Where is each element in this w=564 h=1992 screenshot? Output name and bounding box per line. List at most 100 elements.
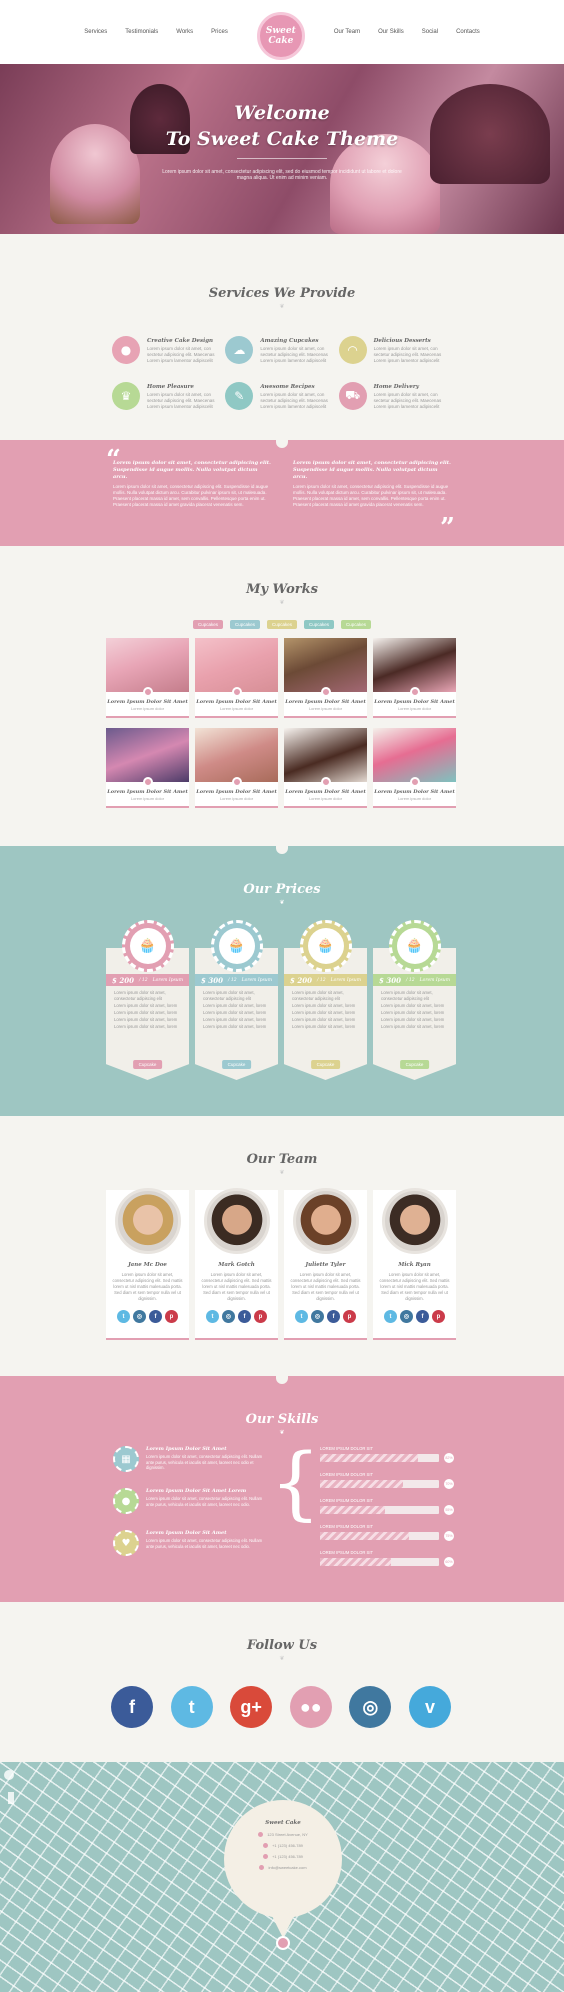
twitter-icon[interactable]: t <box>295 1310 308 1323</box>
filter-button[interactable]: Cupcakes <box>304 620 335 629</box>
zoom-dot-icon[interactable] <box>320 687 331 697</box>
skill-bar-track-row: 60% <box>320 1557 454 1567</box>
twitter-icon[interactable]: t <box>170 1686 213 1728</box>
instagram-icon[interactable]: ◎ <box>311 1310 324 1323</box>
work-card[interactable]: Lorem Ipsum Dolor Sit Amet Lorem ipsum do… <box>373 638 456 718</box>
facebook-icon[interactable]: f <box>149 1310 162 1323</box>
map-section[interactable]: Sweet Cake 123 Street Avenue, NY +1 (123… <box>0 1762 564 1992</box>
nav-testimonials[interactable]: Testimonials <box>125 29 158 35</box>
feature-item: Lorem ipsum dolor sit amet, lorem <box>292 1010 356 1015</box>
works-filters: Cupcakes Cupcakes Cupcakes Cupcakes Cupcakes <box>0 620 564 629</box>
twitter-icon[interactable]: t <box>117 1310 130 1323</box>
facebook-icon[interactable]: f <box>416 1310 429 1323</box>
work-card[interactable]: Lorem Ipsum Dolor Sit Amet Lorem ipsum do… <box>195 728 278 808</box>
work-image[interactable] <box>106 728 189 787</box>
work-image[interactable] <box>373 638 456 697</box>
work-image[interactable] <box>195 638 278 697</box>
order-button[interactable]: Cupcake <box>132 1060 163 1069</box>
testimonials-section: “ ” Lorem ipsum dolor sit amet, consecte… <box>0 440 564 546</box>
work-image[interactable] <box>106 638 189 697</box>
work-card[interactable]: Lorem Ipsum Dolor Sit Amet Lorem ipsum do… <box>195 638 278 718</box>
nav-works[interactable]: Works <box>176 29 193 35</box>
member-name: Juliette Tyler <box>305 1262 346 1268</box>
nav-our-team[interactable]: Our Team <box>334 29 360 35</box>
pinterest-icon[interactable]: p <box>254 1310 267 1323</box>
ornament-icon: ❦ <box>279 1169 285 1176</box>
skill-item: ♥ Lorem Ipsum Dolor Sit Amet Lorem ipsum d… <box>113 1530 263 1562</box>
logo[interactable]: Sweet Cake <box>256 12 305 60</box>
zoom-dot-icon[interactable] <box>142 687 153 697</box>
instagram-icon[interactable]: ◎ <box>133 1310 146 1323</box>
work-image[interactable] <box>373 728 456 787</box>
work-image[interactable] <box>195 728 278 787</box>
nav-services[interactable]: Services <box>84 29 107 35</box>
zoom-dot-icon[interactable] <box>409 687 420 697</box>
price-period: / 12 <box>227 977 237 983</box>
zoom-dot-icon[interactable] <box>231 777 242 787</box>
vimeo-icon[interactable]: v <box>408 1686 451 1728</box>
nav-contacts[interactable]: Contacts <box>456 29 480 35</box>
skill-title: Lorem Ipsum Dolor Sit Amet <box>146 1530 227 1536</box>
work-card[interactable]: Lorem Ipsum Dolor Sit Amet Lorem ipsum do… <box>106 638 189 718</box>
pinterest-icon[interactable]: p <box>165 1310 178 1323</box>
zoom-dot-icon[interactable] <box>231 687 242 697</box>
map-zoom-control[interactable] <box>8 1792 14 1804</box>
skill-bar-label: LOREM IPSUM DOLOR SIT <box>320 1498 374 1503</box>
order-button[interactable]: Cupcake <box>221 1060 252 1069</box>
ornament-icon: ❦ <box>279 899 285 906</box>
testimonial-item: Lorem ipsum dolor sit amet, consectetur … <box>293 460 453 508</box>
brace-decoration: { <box>270 1436 321 1529</box>
pricing-card: 🧁 $ 200 / 12 Lorem Ipsum Lorem ipsum dolor s… <box>106 920 189 1090</box>
zoom-dot-icon[interactable] <box>409 777 420 787</box>
price-value: $ 200 <box>112 975 134 985</box>
twitter-icon[interactable]: t <box>206 1310 219 1323</box>
team-title: Our Team <box>246 1152 318 1167</box>
zoom-dot-icon[interactable] <box>142 777 153 787</box>
work-image[interactable] <box>284 728 367 787</box>
map-pan-control[interactable] <box>4 1770 14 1780</box>
work-image[interactable] <box>284 638 367 697</box>
contact-email-text[interactable]: info@sweetcake.com <box>268 1865 306 1870</box>
work-card[interactable]: Lorem Ipsum Dolor Sit Amet Lorem ipsum do… <box>373 728 456 808</box>
filter-button[interactable]: Cupcakes <box>341 620 372 629</box>
feature-item: Lorem ipsum dolor sit amet, consectetur … <box>292 990 344 1001</box>
skill-bar-track <box>320 1454 439 1462</box>
service-item: ☁ Amazing Cupcakes Lorem ipsum dolor sit a… <box>225 336 338 364</box>
pinterest-icon[interactable]: p <box>432 1310 445 1323</box>
filter-button[interactable]: Cupcakes <box>266 620 297 629</box>
instagram-icon[interactable]: ◎ <box>222 1310 235 1323</box>
skill-item: ▦ Lorem Ipsum Dolor Sit Amet Lorem ipsum d… <box>113 1446 263 1478</box>
skill-bar-track-row: 55% <box>320 1505 454 1515</box>
instagram-icon[interactable]: ◎ <box>349 1686 392 1728</box>
skill-bars: LOREM IPSUM DOLOR SIT 82% LOREM IPSUM DOLO… <box>320 1446 454 1576</box>
nav-prices[interactable]: Prices <box>211 29 228 35</box>
pinterest-icon[interactable]: p <box>343 1310 356 1323</box>
filter-button[interactable]: Cupcakes <box>192 620 223 629</box>
service-text: Home Delivery Lorem ipsum dolor sit amet,… <box>374 382 452 410</box>
google-plus-icon[interactable]: g+ <box>230 1686 273 1728</box>
recipe-icon: ✎ <box>225 382 254 410</box>
filter-button[interactable]: Cupcakes <box>229 620 260 629</box>
avatar <box>203 1188 270 1254</box>
skills-list: ▦ Lorem Ipsum Dolor Sit Amet Lorem ipsum d… <box>113 1446 263 1572</box>
facebook-icon[interactable]: f <box>111 1686 153 1728</box>
contact-email[interactable]: info@sweetcake.com <box>224 1865 342 1870</box>
flickr-icon[interactable]: ●● <box>289 1686 332 1728</box>
work-card[interactable]: Lorem Ipsum Dolor Sit Amet Lorem ipsum do… <box>106 728 189 808</box>
order-button[interactable]: Cupcake <box>310 1060 341 1069</box>
work-card[interactable]: Lorem Ipsum Dolor Sit Amet Lorem ipsum do… <box>284 638 367 718</box>
instagram-icon[interactable]: ◎ <box>400 1310 413 1323</box>
cupcake-icon: 🧁 <box>218 928 255 964</box>
facebook-icon[interactable]: f <box>327 1310 340 1323</box>
skill-bar: LOREM IPSUM DOLOR SIT 60% <box>320 1550 454 1567</box>
zoom-dot-icon[interactable] <box>320 777 331 787</box>
nav-social[interactable]: Social <box>422 29 438 35</box>
work-card[interactable]: Lorem Ipsum Dolor Sit Amet Lorem ipsum do… <box>284 728 367 808</box>
nav-our-skills[interactable]: Our Skills <box>378 29 404 35</box>
facebook-icon[interactable]: f <box>238 1310 251 1323</box>
feature-item: Lorem ipsum dolor sit amet, lorem <box>292 1003 356 1008</box>
services-section: Services We Provide ❦ ● Creative Cake Des… <box>0 240 564 440</box>
order-button[interactable]: Cupcake <box>399 1060 430 1069</box>
twitter-icon[interactable]: t <box>384 1310 397 1323</box>
services-grid: ● Creative Cake Design Lorem ipsum dolor s… <box>112 336 452 410</box>
